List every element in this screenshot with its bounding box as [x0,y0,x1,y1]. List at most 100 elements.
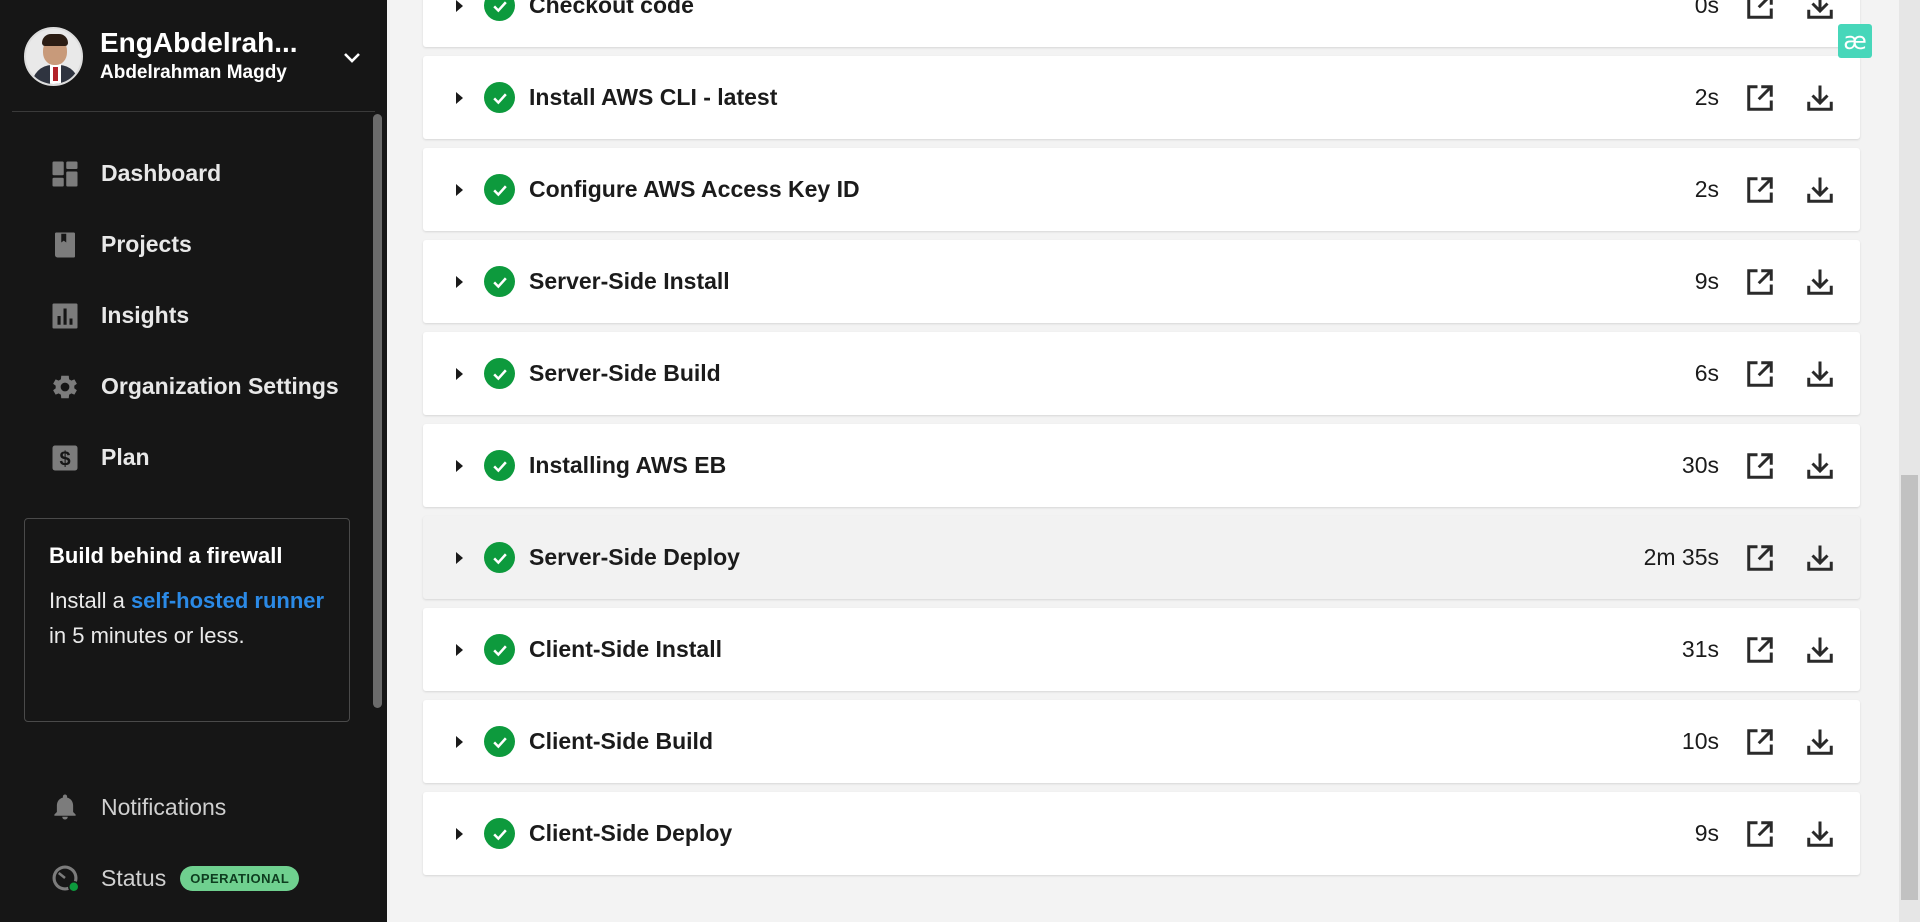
expand-caret-icon[interactable] [456,643,463,656]
success-check-icon [484,450,515,481]
sidebar-item-label: Insights [101,302,190,328]
step-name: Server-Side Build [529,360,721,386]
step-duration: 31s [1681,636,1719,662]
gauge-icon [52,865,80,893]
extension-badge[interactable]: æ [1838,24,1872,58]
success-check-icon [484,0,515,21]
open-external-icon[interactable] [1745,83,1775,113]
download-icon[interactable] [1805,451,1835,481]
dollar-icon: $ [52,445,78,470]
step-row[interactable]: Installing AWS EB 30s [423,424,1860,507]
success-check-icon [484,82,515,113]
step-name: Server-Side Install [529,268,730,294]
sidebar-item-plan[interactable]: $ Plan [0,422,375,493]
step-duration: 6s [1694,360,1719,386]
open-external-icon[interactable] [1745,0,1775,21]
expand-caret-icon[interactable] [456,183,463,196]
step-row[interactable]: Server-Side Deploy 2m 35s [423,516,1860,599]
sidebar-item-organization-settings[interactable]: Organization Settings [0,351,375,422]
step-duration: 9s [1694,268,1719,294]
download-icon[interactable] [1805,359,1835,389]
sidebar-item-label: Dashboard [101,160,222,186]
dashboard-icon [52,161,78,186]
sidebar-item-dashboard[interactable]: Dashboard [0,138,375,209]
download-icon[interactable] [1805,0,1835,21]
success-check-icon [484,818,515,849]
download-icon[interactable] [1805,175,1835,205]
step-duration: 30s [1681,452,1719,478]
sidebar: EngAbdelrah... Abdelrahman Magdy Dashboa… [0,0,387,922]
status-badge: OPERATIONAL [180,865,300,891]
expand-caret-icon[interactable] [456,275,463,288]
expand-caret-icon[interactable] [456,827,463,840]
success-check-icon [484,266,515,297]
step-name: Installing AWS EB [529,452,727,478]
gear-icon [53,375,77,398]
expand-caret-icon[interactable] [456,91,463,104]
step-name: Checkout code [529,0,694,18]
scrollbar-thumb[interactable] [1901,475,1918,900]
step-duration: 10s [1681,728,1719,754]
self-hosted-runner-link[interactable]: self-hosted runner [131,588,324,613]
open-external-icon[interactable] [1745,175,1775,205]
step-name: Server-Side Deploy [529,544,740,570]
expand-caret-icon[interactable] [456,735,463,748]
job-steps-panel: Checkout code 0s Install AWS CLI - latest 2… [387,0,1899,922]
avatar [24,26,83,86]
sidebar-item-insights[interactable]: Insights [0,280,375,351]
step-row[interactable]: Checkout code 0s [423,0,1860,47]
open-external-icon[interactable] [1745,543,1775,573]
sidebar-nav: Dashboard Projects Insights Organization… [0,138,375,493]
success-check-icon [484,726,515,757]
sidebar-scrollbar[interactable] [373,114,382,708]
step-row[interactable]: Configure AWS Access Key ID 2s [423,148,1860,231]
step-row[interactable]: Client-Side Install 31s [423,608,1860,691]
promo-text: Install a self-hosted runner in 5 minute… [49,588,325,648]
org-switcher[interactable]: EngAbdelrah... Abdelrahman Magdy [12,12,368,100]
step-row[interactable]: Client-Side Deploy 9s [423,792,1860,875]
open-external-icon[interactable] [1745,727,1775,757]
sidebar-item-notifications[interactable]: Notifications [50,787,226,827]
download-icon[interactable] [1805,267,1835,297]
success-check-icon [484,358,515,389]
status-label: Status [101,864,167,891]
step-duration: 9s [1694,820,1719,846]
download-icon[interactable] [1805,83,1835,113]
step-row[interactable]: Install AWS CLI - latest 2s [423,56,1860,139]
promo-title: Build behind a firewall [49,543,283,568]
success-check-icon [484,634,515,665]
chevron-down-icon[interactable] [340,46,364,70]
org-name: EngAbdelrah... [100,26,298,58]
sidebar-item-label: Plan [101,444,150,470]
open-external-icon[interactable] [1745,635,1775,665]
expand-caret-icon[interactable] [456,367,463,380]
divider [12,111,375,112]
sidebar-item-projects[interactable]: Projects [0,209,375,280]
open-external-icon[interactable] [1745,451,1775,481]
step-duration: 2m 35s [1643,544,1719,570]
bell-icon [54,794,76,820]
open-external-icon[interactable] [1745,267,1775,297]
download-icon[interactable] [1805,635,1835,665]
user-name: Abdelrahman Magdy [100,62,287,84]
open-external-icon[interactable] [1745,359,1775,389]
download-icon[interactable] [1805,727,1835,757]
download-icon[interactable] [1805,819,1835,849]
expand-caret-icon[interactable] [456,551,463,564]
success-check-icon [484,542,515,573]
step-row[interactable]: Server-Side Build 6s [423,332,1860,415]
firewall-promo: Build behind a firewall Install a self-h… [24,518,350,722]
expand-caret-icon[interactable] [456,459,463,472]
sidebar-item-status[interactable]: Status OPERATIONAL [50,858,300,898]
step-duration: 2s [1694,84,1719,110]
book-icon [55,232,75,257]
notifications-label: Notifications [101,793,227,820]
bar-chart-icon [52,303,78,328]
download-icon[interactable] [1805,543,1835,573]
open-external-icon[interactable] [1745,819,1775,849]
step-duration: 0s [1694,0,1719,18]
expand-caret-icon[interactable] [456,0,463,12]
step-row[interactable]: Client-Side Build 10s [423,700,1860,783]
step-row[interactable]: Server-Side Install 9s [423,240,1860,323]
step-duration: 2s [1694,176,1719,202]
